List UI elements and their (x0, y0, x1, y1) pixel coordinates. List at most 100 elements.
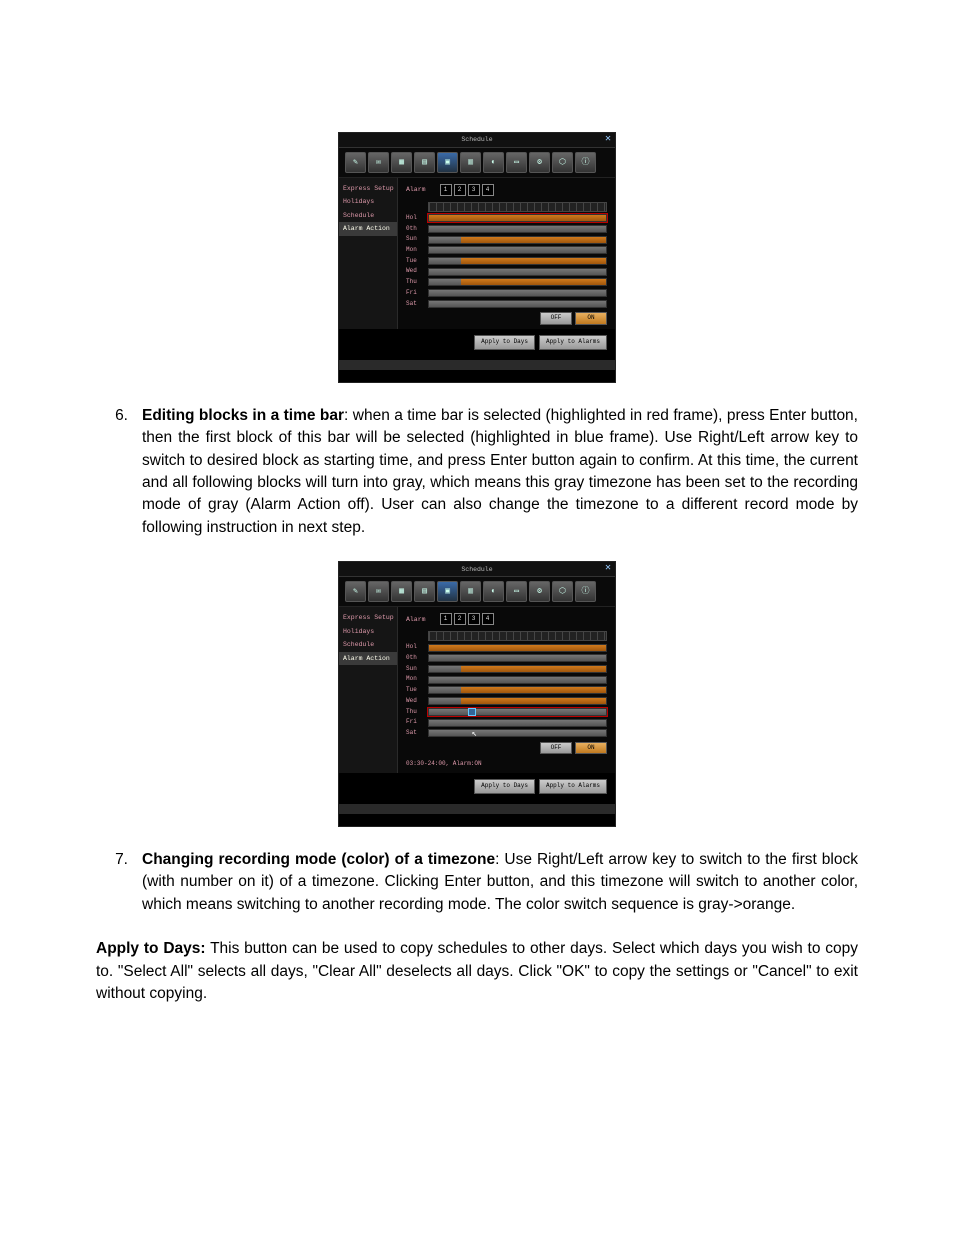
alarm-number[interactable]: 2 (454, 613, 466, 625)
step-text: Changing recording mode (color) of a tim… (142, 849, 858, 916)
apply-to-days-button[interactable]: Apply to Days (474, 779, 535, 794)
sidebar-item[interactable]: Express Setup (339, 611, 397, 624)
day-row: Tue (406, 257, 607, 266)
day-row: Thu (406, 708, 607, 717)
time-bar[interactable] (428, 644, 607, 652)
window-title: Schedule (461, 565, 492, 574)
toolbar-icon[interactable]: ▥ (460, 581, 481, 602)
sidebar-item[interactable]: Holidays (339, 195, 397, 208)
day-row: 0th (406, 225, 607, 234)
day-label: Fri (406, 718, 424, 727)
toolbar-icon[interactable]: ▤ (414, 152, 435, 173)
time-segment (461, 237, 606, 243)
instruction-list-cont: 7. Changing recording mode (color) of a … (96, 849, 858, 916)
time-bar[interactable] (428, 686, 607, 694)
alarm-label: Alarm (406, 185, 426, 194)
toolbar-icon[interactable]: ▦ (391, 152, 412, 173)
sidebar: Express SetupHolidaysScheduleAlarm Actio… (339, 607, 398, 773)
window-footer (339, 360, 615, 370)
toolbar-icon[interactable]: ▦ (391, 581, 412, 602)
time-bar[interactable] (428, 708, 607, 716)
apply-to-alarms-button[interactable]: Apply to Alarms (539, 335, 607, 350)
day-row: Mon (406, 675, 607, 684)
toolbar-icon[interactable]: ▣ (437, 152, 458, 173)
day-label: Mon (406, 675, 424, 684)
sidebar-item[interactable]: Schedule (339, 209, 397, 222)
time-segment (461, 279, 606, 285)
time-bar[interactable] (428, 719, 607, 727)
toolbar-icon[interactable]: ▭ (506, 581, 527, 602)
alarm-number[interactable]: 3 (468, 184, 480, 196)
day-row: Fri (406, 289, 607, 298)
close-icon[interactable]: ✕ (605, 133, 611, 148)
toolbar-icon[interactable]: ▥ (460, 152, 481, 173)
time-bar[interactable] (428, 300, 607, 308)
sidebar-item[interactable]: Express Setup (339, 182, 397, 195)
toolbar-icon[interactable]: ◐ (483, 152, 504, 173)
time-segment (461, 687, 606, 693)
sidebar-item[interactable]: Schedule (339, 638, 397, 651)
time-bar[interactable] (428, 257, 607, 265)
day-row: Sun (406, 235, 607, 244)
on-button[interactable]: ON (575, 742, 607, 755)
time-segment (429, 215, 606, 221)
time-bar[interactable] (428, 676, 607, 684)
toolbar-icon[interactable]: ⚙ (529, 581, 550, 602)
toolbar-icon[interactable]: ▭ (506, 152, 527, 173)
day-row: Sat (406, 300, 607, 309)
time-bar[interactable] (428, 654, 607, 662)
toolbar-icon[interactable]: ▣ (437, 581, 458, 602)
alarm-number[interactable]: 4 (482, 184, 494, 196)
alarm-number[interactable]: 3 (468, 613, 480, 625)
time-bar[interactable] (428, 236, 607, 244)
time-bar[interactable] (428, 697, 607, 705)
alarm-number[interactable]: 1 (440, 613, 452, 625)
toolbar-icon[interactable]: ✉ (368, 581, 389, 602)
toolbar-icon[interactable]: ✎ (345, 152, 366, 173)
day-row: Thu (406, 278, 607, 287)
time-axis (428, 631, 607, 641)
on-button[interactable]: ON (575, 312, 607, 325)
alarm-number[interactable]: 2 (454, 184, 466, 196)
time-bar[interactable] (428, 665, 607, 673)
day-row: Tue (406, 686, 607, 695)
toolbar-icon[interactable]: ⬡ (552, 152, 573, 173)
sidebar-item[interactable]: Alarm Action (339, 222, 397, 235)
day-row: Wed (406, 267, 607, 276)
apply-to-days-button[interactable]: Apply to Days (474, 335, 535, 350)
sidebar-item[interactable]: Alarm Action (339, 652, 397, 665)
alarm-number[interactable]: 4 (482, 613, 494, 625)
close-icon[interactable]: ✕ (605, 562, 611, 577)
time-bar[interactable] (428, 246, 607, 254)
toolbar-icon[interactable]: ✉ (368, 152, 389, 173)
toolbar-icon[interactable]: ⓘ (575, 581, 596, 602)
toolbar-icon[interactable]: ⚙ (529, 152, 550, 173)
toolbar-icon[interactable]: ▤ (414, 581, 435, 602)
time-bar[interactable] (428, 278, 607, 286)
off-button[interactable]: OFF (540, 312, 572, 325)
schedule-window: ↖ Schedule ✕ ✎✉▦▤▣▥◐▭⚙⬡ⓘ Express SetupHo… (338, 132, 616, 383)
toolbar: ✎✉▦▤▣▥◐▭⚙⬡ⓘ (339, 577, 615, 607)
day-row: Fri (406, 718, 607, 727)
time-segment (461, 698, 606, 704)
day-row: Sat↖ (406, 729, 607, 738)
apply-to-alarms-button[interactable]: Apply to Alarms (539, 779, 607, 794)
toolbar-icon[interactable]: ⓘ (575, 152, 596, 173)
alarm-number[interactable]: 1 (440, 184, 452, 196)
time-bar[interactable] (428, 214, 607, 222)
sidebar-item[interactable]: Holidays (339, 625, 397, 638)
time-bar[interactable]: ↖ (428, 729, 607, 737)
apply-to-days-paragraph: Apply to Days: This button can be used t… (96, 938, 858, 1005)
time-bar[interactable] (428, 225, 607, 233)
toolbar-icon[interactable]: ✎ (345, 581, 366, 602)
time-bar[interactable] (428, 268, 607, 276)
day-label: Sat (406, 300, 424, 309)
toolbar-icon[interactable]: ⬡ (552, 581, 573, 602)
step-7: 7. Changing recording mode (color) of a … (96, 849, 858, 916)
toolbar-icon[interactable]: ◐ (483, 581, 504, 602)
para-title: Apply to Days: (96, 940, 206, 957)
time-bar[interactable] (428, 289, 607, 297)
cursor-icon: ↖ (471, 728, 476, 741)
schedule-window: Schedule ✕ ✎✉▦▤▣▥◐▭⚙⬡ⓘ Express SetupHoli… (338, 561, 616, 826)
off-button[interactable]: OFF (540, 742, 572, 755)
